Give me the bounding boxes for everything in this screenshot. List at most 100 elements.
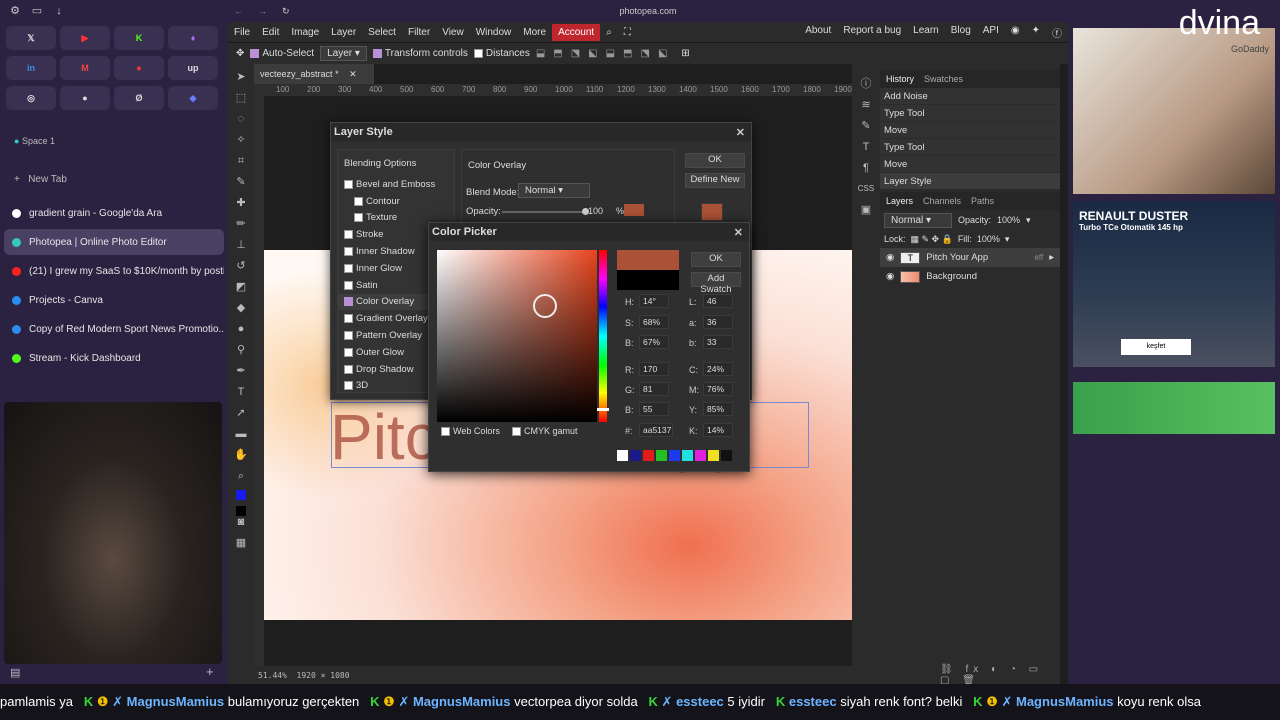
marquee-tool-icon[interactable]: ⬚ — [232, 90, 250, 106]
menu-icon[interactable]: ⚙ — [8, 4, 22, 18]
bucket-tool-icon[interactable]: ◆ — [232, 300, 250, 316]
menu-file[interactable]: File — [228, 27, 256, 38]
add-swatch-button[interactable]: Add Swatch — [691, 272, 741, 295]
tab-swatches[interactable]: Swatches — [924, 74, 963, 84]
tool-presets-icon[interactable]: ✎ — [857, 118, 875, 134]
pinned-kick[interactable]: K — [114, 26, 164, 50]
distances-checkbox[interactable]: Distances — [473, 48, 530, 59]
eye-icon[interactable]: ◉ — [886, 271, 894, 282]
red-input[interactable] — [639, 362, 669, 376]
menu-edit[interactable]: Edit — [256, 27, 285, 38]
info-icon[interactable]: ⓘ — [857, 76, 875, 92]
cmyk-gamut-checkbox[interactable]: CMYK gamut — [512, 426, 578, 437]
eye-icon[interactable]: ◉ — [886, 252, 894, 263]
dialog-title-bar[interactable]: Color Picker ✕ — [429, 223, 749, 241]
define-new-button[interactable]: Define New — [685, 173, 745, 188]
expand-icon[interactable]: ▸ — [1049, 252, 1054, 263]
download-icon[interactable]: ↓ — [52, 4, 66, 18]
pinned-linear[interactable]: ◆ — [168, 86, 218, 110]
reddit-icon[interactable]: ◉ — [1005, 25, 1026, 40]
new-tab-button[interactable]: + New Tab — [14, 174, 67, 185]
space-label[interactable]: ● Space 1 — [14, 136, 55, 146]
swatch[interactable] — [721, 450, 732, 462]
tab-canva[interactable]: Projects - Canva — [4, 287, 224, 313]
menu-about[interactable]: About — [799, 25, 837, 40]
history-item[interactable]: Type Tool — [880, 105, 1060, 122]
menu-view[interactable]: View — [436, 27, 470, 38]
blending-options[interactable]: Blending Options — [338, 150, 454, 176]
facebook-icon[interactable]: ⓕ — [1046, 25, 1068, 40]
auto-select-checkbox[interactable]: Auto-Select — [250, 48, 314, 59]
history-item[interactable]: Move — [880, 156, 1060, 173]
layer-effects-icon[interactable]: eff — [1034, 253, 1043, 262]
tab-canva-copy[interactable]: Copy of Red Modern Sport News Promotio..… — [4, 316, 224, 342]
black-input[interactable] — [703, 423, 733, 437]
dodge-tool-icon[interactable]: ⚲ — [232, 342, 250, 358]
tab-google[interactable]: gradient grain - Google'da Ara — [4, 200, 224, 226]
layers-footer-icons[interactable]: ⛓ fx ◐ ◔ ▭ ▢ 🗑 — [940, 664, 1060, 686]
pen-tool-icon[interactable]: ✒ — [232, 363, 250, 379]
brightness-input[interactable] — [639, 335, 669, 349]
menu-image[interactable]: Image — [285, 27, 325, 38]
ad-cta-button[interactable]: keşfet — [1121, 339, 1191, 355]
type-tool-icon[interactable]: T — [232, 384, 250, 400]
css-icon[interactable]: CSS — [857, 181, 875, 197]
pinned-youtube[interactable]: ▶ — [60, 26, 110, 50]
ok-button[interactable]: OK — [691, 252, 741, 267]
overlay-color-swatch[interactable] — [624, 204, 644, 216]
eraser-tool-icon[interactable]: ◩ — [232, 279, 250, 295]
menu-filter[interactable]: Filter — [402, 27, 436, 38]
green-ad[interactable] — [1073, 382, 1275, 434]
layer-row[interactable]: ◉ Background — [880, 267, 1060, 286]
search-icon[interactable]: ⌕ — [600, 27, 618, 38]
opacity-slider[interactable] — [502, 208, 589, 215]
pinned-x[interactable]: 𝕏 — [6, 26, 56, 50]
color-cursor[interactable] — [533, 294, 557, 318]
history-item[interactable]: Add Noise — [880, 88, 1060, 105]
eyedropper-icon[interactable]: ✎ — [232, 174, 250, 190]
image-icon[interactable]: ▣ — [857, 202, 875, 218]
tab-youtube[interactable]: (21) I grew my SaaS to $10K/month by pos… — [4, 258, 224, 284]
magic-wand-icon[interactable]: ✧ — [232, 132, 250, 148]
close-icon[interactable]: ✕ — [736, 126, 745, 139]
green-input[interactable] — [639, 382, 669, 396]
quick-mask-icon[interactable]: ◙ — [232, 514, 250, 530]
dialog-title-bar[interactable]: Layer Style ✕ — [331, 123, 751, 141]
history-item[interactable]: Layer Style — [880, 173, 1060, 190]
menu-window[interactable]: Window — [470, 27, 518, 38]
yellow-input[interactable] — [703, 402, 733, 416]
menu-select[interactable]: Select — [362, 27, 402, 38]
stamp-tool-icon[interactable]: ⊥ — [232, 237, 250, 253]
menu-more[interactable]: More — [517, 27, 552, 38]
web-colors-checkbox[interactable]: Web Colors — [441, 426, 500, 437]
blur-tool-icon[interactable]: ● — [232, 321, 250, 337]
pinned-perplexity[interactable]: Ø — [114, 86, 164, 110]
reload-icon[interactable]: ↻ — [282, 0, 290, 22]
effect-bevel[interactable]: Bevel and Emboss — [338, 176, 454, 193]
auto-select-target[interactable]: Layer ▾ — [320, 46, 367, 61]
align-icons[interactable]: ⬓⬒⬔⬕⬓⬒⬔⬕ — [536, 48, 676, 59]
opacity-value[interactable]: 100% — [997, 215, 1020, 225]
account-button[interactable]: Account — [552, 23, 601, 41]
close-icon[interactable]: ✕ — [734, 226, 743, 239]
menu-layer[interactable]: Layer — [325, 27, 362, 38]
blue-input[interactable] — [639, 402, 669, 416]
sidebar-toggle-icon[interactable]: ▭ — [30, 4, 44, 18]
document-tab[interactable]: vecteezy_abstract * ✕ — [254, 64, 374, 84]
pinned-upwork[interactable]: up — [168, 56, 218, 80]
brush-settings-icon[interactable]: ≋ — [857, 97, 875, 113]
magenta-input[interactable] — [703, 382, 733, 396]
hue-input[interactable] — [639, 294, 669, 308]
pinned-app[interactable]: ● — [60, 86, 110, 110]
hue-handle[interactable] — [597, 408, 609, 411]
b-lab-input[interactable] — [703, 335, 733, 349]
blend-mode-select[interactable]: Normal ▾ — [518, 183, 590, 198]
a-input[interactable] — [703, 315, 733, 329]
close-icon[interactable]: ✕ — [349, 69, 357, 79]
renault-ad[interactable]: RENAULT DUSTER Turbo TCe Otomatik 145 hp… — [1073, 201, 1275, 367]
address-bar[interactable]: ← → ↻ photopea.com — [228, 0, 1068, 22]
l-input[interactable] — [703, 294, 733, 308]
history-item[interactable]: Type Tool — [880, 139, 1060, 156]
tab-channels[interactable]: Channels — [923, 196, 961, 206]
shape-tool-icon[interactable]: ▬ — [232, 426, 250, 442]
